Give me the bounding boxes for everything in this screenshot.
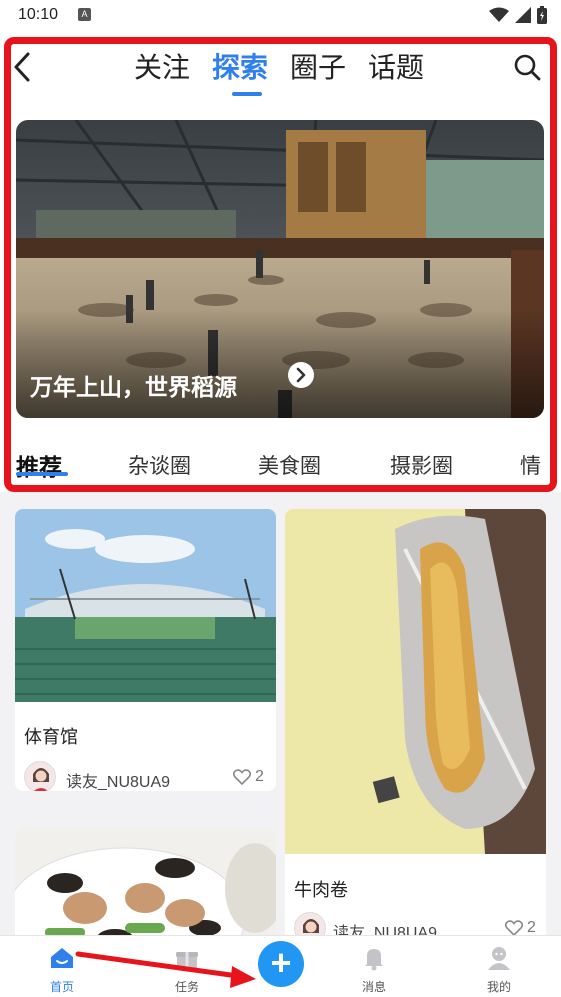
tab-topics[interactable]: 话题 <box>368 46 424 86</box>
category-more[interactable]: 情 <box>520 450 541 480</box>
post-image <box>285 509 546 854</box>
post-title: 牛肉卷 <box>294 880 348 901</box>
bell-icon <box>365 949 383 971</box>
publish-button[interactable]: + <box>258 941 304 987</box>
banner-caption: 万年上山，世界稻源 <box>30 375 237 401</box>
category-tabs: 推荐 杂谈圈 美食圈 摄影圈 情 <box>0 444 561 484</box>
search-icon[interactable] <box>512 52 542 82</box>
nav-home[interactable]: 首页 <box>22 936 102 997</box>
nav-messages-label: 消息 <box>361 980 386 994</box>
status-time: 10:10 <box>18 6 59 23</box>
category-photo[interactable]: 摄影圈 <box>390 450 453 480</box>
nav-home-label: 首页 <box>49 980 74 994</box>
notification-icon: A <box>78 8 91 21</box>
nav-mine-label: 我的 <box>486 980 511 994</box>
username[interactable]: 读友_NU8UA9 <box>66 768 170 791</box>
wifi-icon <box>489 7 509 22</box>
home-icon <box>51 948 73 968</box>
category-chat[interactable]: 杂谈圈 <box>128 450 191 480</box>
post-title: 体育馆 <box>24 727 78 748</box>
user-avatar[interactable] <box>24 761 56 791</box>
post-card[interactable]: 牛肉卷 读友_NU8UA9 2 <box>285 509 546 957</box>
heart-icon <box>233 769 251 785</box>
like-button[interactable]: 2 <box>233 768 264 786</box>
tab-explore[interactable]: 探索 <box>212 46 268 86</box>
explore-header: 关注 探索 圈子 话题 万年上山，世界稻源 推荐 杂谈圈 美食圈 摄影圈 情 <box>0 32 561 492</box>
category-indicator <box>16 472 68 476</box>
person-icon <box>488 947 510 970</box>
category-food[interactable]: 美食圈 <box>258 450 321 480</box>
nav-messages[interactable]: 消息 <box>334 936 414 997</box>
banner[interactable]: 万年上山，世界稻源 <box>16 120 544 418</box>
gift-icon <box>176 952 198 969</box>
nav-tasks-label: 任务 <box>174 980 199 994</box>
status-icons <box>489 6 547 24</box>
nav-mine[interactable]: 我的 <box>459 936 539 997</box>
battery-icon <box>537 6 547 24</box>
top-nav: 关注 探索 圈子 话题 <box>0 32 561 102</box>
active-tab-indicator <box>232 92 262 96</box>
back-icon[interactable] <box>10 50 34 84</box>
heart-icon <box>505 920 523 936</box>
nav-tasks[interactable]: 任务 <box>147 936 227 997</box>
post-image <box>15 509 276 702</box>
banner-arrow-icon[interactable] <box>288 362 314 388</box>
status-bar: 10:10 A <box>0 0 561 32</box>
top-tabs: 关注 探索 圈子 话题 <box>134 46 446 86</box>
like-count: 2 <box>255 768 264 785</box>
category-recommend[interactable]: 推荐 <box>16 448 62 482</box>
plus-icon: + <box>270 942 292 983</box>
signal-icon <box>515 7 531 23</box>
tab-follow[interactable]: 关注 <box>134 46 190 86</box>
post-card[interactable]: 体育馆 读友_NU8UA9 2 <box>15 509 276 791</box>
tab-circles[interactable]: 圈子 <box>290 46 346 86</box>
